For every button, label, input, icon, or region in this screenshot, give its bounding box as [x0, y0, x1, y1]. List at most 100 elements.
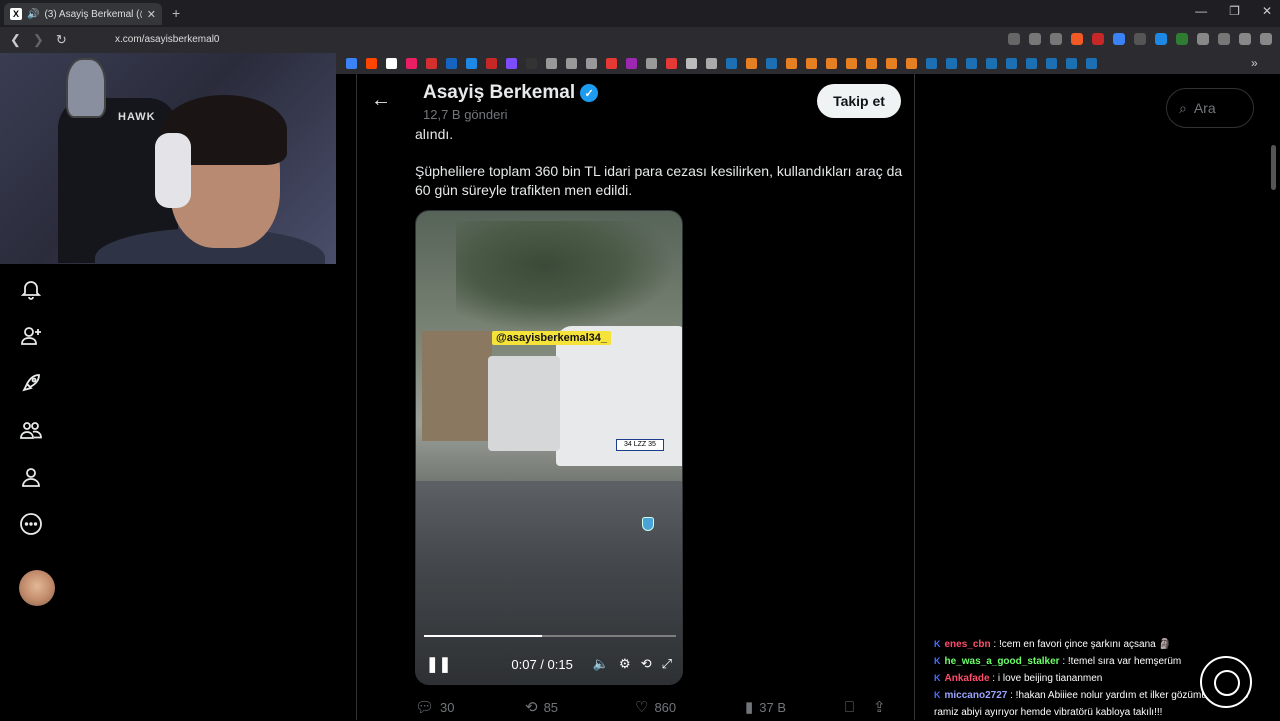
add-user-icon[interactable] — [18, 323, 44, 349]
chat-platform-icon: K — [934, 656, 941, 666]
bookmark-icon[interactable] — [606, 58, 617, 69]
volume-icon[interactable]: 🔈 — [593, 656, 609, 672]
bookmark-icon[interactable] — [626, 58, 637, 69]
restore-icon[interactable]: ❐ — [1229, 4, 1240, 18]
bookmark-icon[interactable] — [1026, 58, 1037, 69]
new-tab-button[interactable]: + — [172, 5, 180, 21]
bookmark-icon[interactable] — [1006, 58, 1017, 69]
reload-icon[interactable]: ↻ — [56, 32, 67, 48]
rotate-icon[interactable]: ⟲ — [641, 656, 652, 672]
window-controls: — ❐ ✕ — [1195, 4, 1272, 18]
chair-logo: HAWK — [118, 111, 156, 123]
share-icon: ⇪ — [873, 699, 886, 716]
bookmark-icon[interactable] — [866, 58, 877, 69]
bookmark-icon[interactable] — [926, 58, 937, 69]
bookmark-icon[interactable] — [526, 58, 537, 69]
communities-icon[interactable] — [18, 417, 44, 443]
extension-audio-icon[interactable] — [1113, 33, 1125, 45]
brave-shield-icon[interactable] — [1071, 33, 1083, 45]
bookmark-icon[interactable] — [906, 58, 917, 69]
minimize-icon[interactable]: — — [1195, 4, 1207, 18]
account-avatar[interactable] — [19, 570, 55, 606]
bookmark-icon[interactable] — [1066, 58, 1077, 69]
bookmark-icon[interactable] — [386, 58, 397, 69]
chat-text: : !temel sıra var hemşerüm — [1059, 656, 1182, 667]
repost-button[interactable]: ⟲ 85 — [525, 698, 635, 716]
tweet-text: Şüphelilere toplam 360 bin TL idari para… — [415, 163, 903, 198]
bookmark-icon[interactable] — [646, 58, 657, 69]
back-nav-icon[interactable]: ❮ — [10, 32, 21, 48]
share-button[interactable]: ⇪ — [873, 698, 901, 716]
chat-bubble-icon[interactable] — [1200, 656, 1252, 708]
reply-button[interactable]: 💬︎ 30 — [415, 698, 525, 716]
scrollbar[interactable] — [1271, 145, 1276, 190]
back-arrow-icon[interactable]: ← — [371, 89, 391, 112]
forward-nav-icon[interactable]: ❯ — [33, 32, 44, 48]
bookmark-icon[interactable] — [466, 58, 477, 69]
bookmark-icon[interactable] — [546, 58, 557, 69]
bookmark-icon[interactable] — [586, 58, 597, 69]
settings-icon[interactable]: ⚙ — [619, 656, 631, 672]
bookmark-icon[interactable] — [786, 58, 797, 69]
bookmark-icon[interactable] — [766, 58, 777, 69]
zoom-icon[interactable] — [1029, 33, 1041, 45]
bookmark-icon[interactable] — [1046, 58, 1057, 69]
profile-name-text: Asayiş Berkemal — [423, 82, 576, 103]
bookmark-icon[interactable] — [726, 58, 737, 69]
like-count: 860 — [654, 699, 677, 715]
follow-button[interactable]: Takip et — [817, 84, 901, 118]
bookmark-icon[interactable] — [486, 58, 497, 69]
bookmark-icon[interactable] — [346, 58, 357, 69]
bookmark-icon[interactable] — [986, 58, 997, 69]
bookmark-icon[interactable] — [366, 58, 377, 69]
bookmark-icon[interactable] — [826, 58, 837, 69]
bookmark-icon: ⎕ — [845, 698, 855, 716]
extension-green-icon[interactable] — [1176, 33, 1188, 45]
extension-blue-icon[interactable] — [1155, 33, 1167, 45]
fullscreen-icon[interactable]: ⤢ — [662, 656, 672, 672]
bookmark-icon[interactable] — [886, 58, 897, 69]
chat-username: enes_cbn — [944, 639, 991, 650]
share-icon[interactable] — [1050, 33, 1062, 45]
headset — [155, 133, 191, 208]
bell-icon[interactable] — [18, 276, 44, 302]
pause-icon[interactable]: ❚❚ — [426, 655, 451, 673]
bookmark-icon[interactable] — [806, 58, 817, 69]
speaker-icon[interactable]: 🔊 — [27, 9, 39, 20]
views-count: 37 B — [759, 699, 787, 715]
bookmark-icon[interactable] — [566, 58, 577, 69]
extension-red-icon[interactable] — [1092, 33, 1104, 45]
puzzle-icon[interactable] — [1197, 33, 1209, 45]
cast-icon[interactable] — [1008, 33, 1020, 45]
menu-icon[interactable] — [1260, 33, 1272, 45]
more-icon[interactable] — [18, 511, 44, 537]
media-icon[interactable] — [1239, 33, 1251, 45]
close-tab-icon[interactable]: ✕ — [147, 8, 156, 21]
like-button[interactable]: ♡ 860 — [635, 698, 745, 716]
bookmark-icon[interactable] — [966, 58, 977, 69]
bookmark-icon[interactable] — [746, 58, 757, 69]
profile-icon[interactable] — [18, 464, 44, 490]
search-input[interactable]: ⌕ Ara — [1166, 88, 1254, 128]
rocket-icon[interactable] — [18, 370, 44, 396]
video-progress-bar[interactable] — [424, 635, 676, 637]
bookmark-icon[interactable] — [946, 58, 957, 69]
tweet-video[interactable]: 34 LZZ 35 @asayisberkemal34_ ❚❚ 0:07 / 0… — [415, 210, 683, 685]
browser-tab[interactable]: X 🔊 (3) Asayiş Berkemal (@asayis ✕ — [4, 3, 162, 25]
bookmark-icon[interactable] — [686, 58, 697, 69]
bookmarks-overflow-icon[interactable]: » — [1251, 56, 1262, 70]
bookmark-icon[interactable] — [846, 58, 857, 69]
bookmark-icon[interactable] — [1086, 58, 1097, 69]
bookmark-icon[interactable] — [426, 58, 437, 69]
views-button[interactable]: ▮ 37 B — [745, 698, 845, 716]
bookmark-icon[interactable] — [666, 58, 677, 69]
bookmark-icon[interactable] — [446, 58, 457, 69]
sidebar-icon[interactable] — [1218, 33, 1230, 45]
url-field[interactable]: x.com/asayisberkemal0 — [115, 34, 219, 45]
close-window-icon[interactable]: ✕ — [1262, 4, 1272, 18]
extension-gray-icon[interactable] — [1134, 33, 1146, 45]
folder-icon[interactable] — [706, 58, 717, 69]
bookmark-button[interactable]: ⎕ — [845, 699, 873, 716]
bookmark-icon[interactable] — [506, 58, 517, 69]
bookmark-icon[interactable] — [406, 58, 417, 69]
